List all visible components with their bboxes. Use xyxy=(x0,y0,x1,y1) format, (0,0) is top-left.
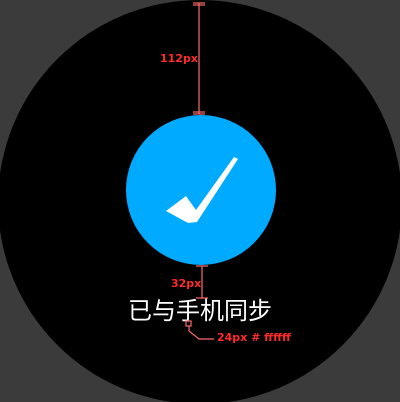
sync-status-text: 已与手机同步 xyxy=(128,297,272,325)
sync-success-badge xyxy=(126,115,276,265)
top-gap-label: 112px xyxy=(160,52,198,65)
checkmark-icon xyxy=(166,157,238,223)
watch-screen: 已与手机同步 112px 32px 24px # ffffff xyxy=(0,0,400,402)
font-spec-label: 24px # ffffff xyxy=(217,331,291,344)
bottom-gap-label: 32px xyxy=(171,277,202,290)
